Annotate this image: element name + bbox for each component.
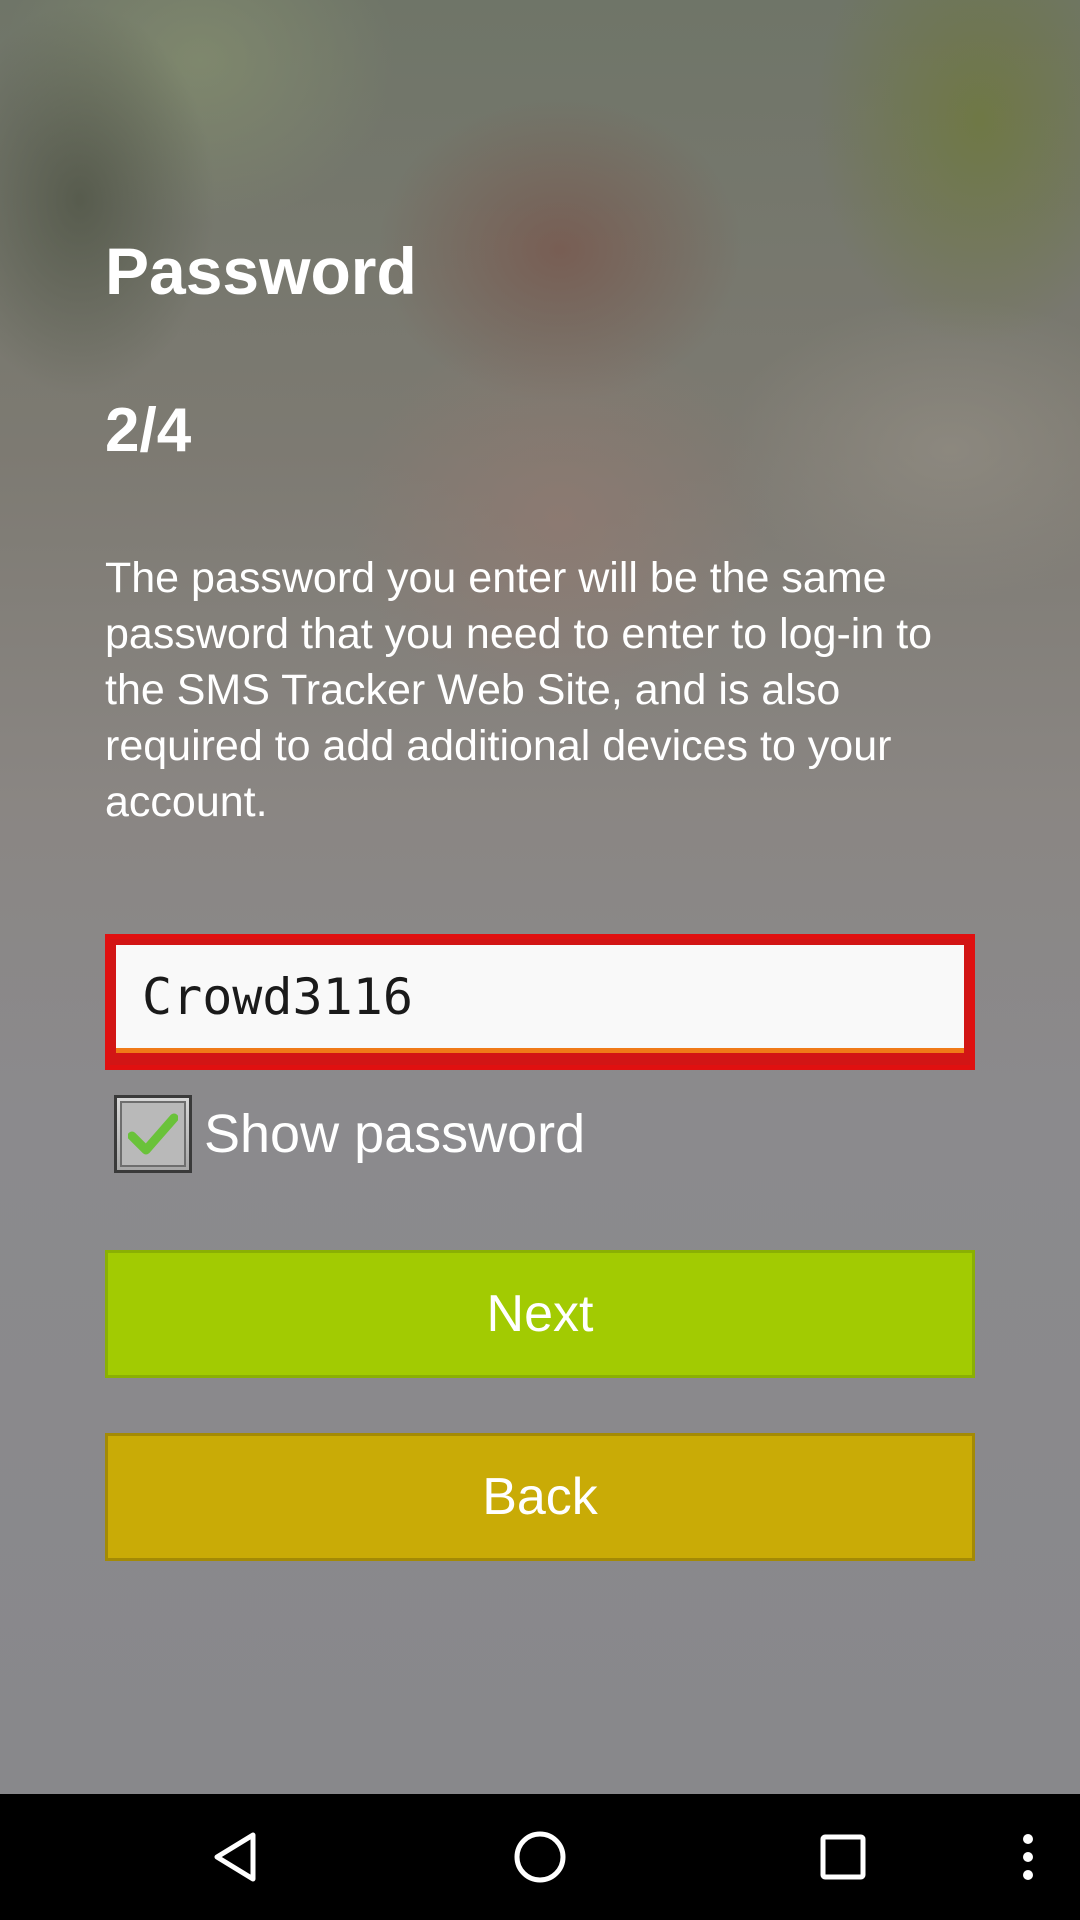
back-button[interactable]: Back	[105, 1433, 975, 1561]
page-title: Password	[105, 234, 417, 308]
recents-square-icon[interactable]	[803, 1794, 883, 1920]
system-nav-bar	[0, 1794, 1080, 1920]
show-password-row[interactable]: Show password	[114, 1092, 585, 1176]
checkbox-box	[120, 1101, 186, 1167]
show-password-label: Show password	[204, 1104, 586, 1164]
description-text: The password you enter will be the same …	[105, 554, 933, 826]
checkmark-icon	[128, 1113, 178, 1155]
password-input[interactable]	[116, 945, 964, 1053]
home-circle-icon[interactable]	[500, 1794, 580, 1920]
overflow-menu-icon[interactable]	[1008, 1794, 1048, 1920]
back-triangle-icon[interactable]	[195, 1794, 275, 1920]
show-password-checkbox[interactable]	[114, 1095, 192, 1173]
step-indicator: 2/4	[105, 396, 192, 465]
next-button[interactable]: Next	[105, 1250, 975, 1378]
screen: Password 2/4 The password you enter will…	[0, 0, 1080, 1920]
password-field-frame	[105, 934, 975, 1070]
